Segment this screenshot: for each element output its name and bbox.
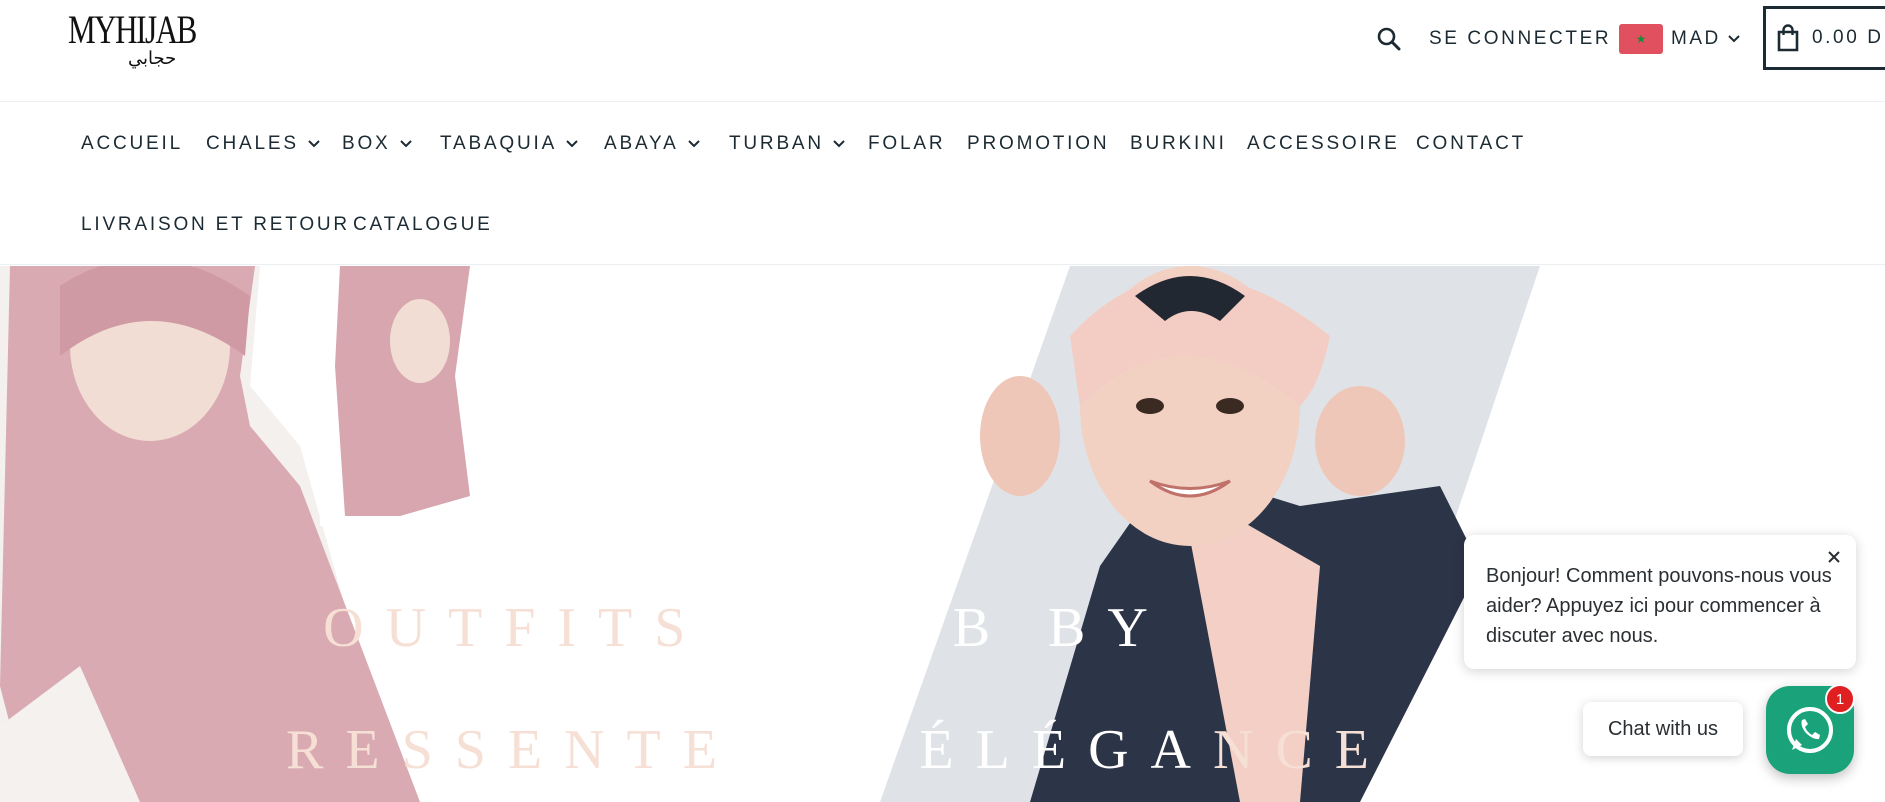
search-icon (1377, 27, 1401, 51)
nav-item-label: BOX (342, 133, 391, 154)
nav-item-tabaquia[interactable]: TABAQUIA (440, 133, 579, 155)
chevron-down-icon (687, 140, 700, 148)
nav-item-label: CATALOGUE (353, 214, 493, 235)
morocco-flag-icon: ★ (1619, 24, 1663, 54)
nav-item-label: BURKINI (1130, 133, 1227, 154)
cart-button[interactable]: 0.00 DH (1763, 6, 1885, 70)
nav-item-folar[interactable]: FOLAR (868, 133, 945, 155)
nav-item-livraison[interactable]: LIVRAISON ET RETOUR (81, 214, 350, 236)
hero-title-part: RESSENTE (286, 719, 739, 781)
chevron-down-icon (566, 140, 578, 148)
hero-title-part: HIJAB BY (743, 597, 1170, 659)
nav-item-label: FOLAR (868, 133, 946, 154)
site-logo[interactable]: MYHIJAB حجابي (68, 6, 218, 72)
shopping-bag-icon (1777, 24, 1799, 52)
nav-item-contact[interactable]: CONTACT (1416, 133, 1526, 155)
nav-item-label: PROMOTION (967, 133, 1110, 154)
nav-item-catalogue[interactable]: CATALOGUE (353, 214, 493, 236)
hero-title-part: Z L'ÉLÉGA (738, 719, 1213, 781)
nav-item-accessoire[interactable]: ACCESSOIRE (1247, 133, 1400, 155)
chevron-down-icon (833, 140, 845, 148)
currency-code: MAD (1671, 28, 1721, 49)
login-link[interactable]: SE CONNECTER (1429, 28, 1611, 50)
chevron-down-icon (399, 140, 412, 148)
whatsapp-icon (1787, 706, 1833, 754)
nav-item-promotion[interactable]: PROMOTION (967, 133, 1109, 155)
search-button[interactable] (1376, 26, 1402, 52)
chat-greeting-text: Bonjour! Comment pouvons-nous vous aider… (1486, 565, 1832, 647)
logo-arabic-text: حجابي (128, 48, 177, 69)
nav-item-burkini[interactable]: BURKINI (1130, 133, 1227, 155)
nav-item-label: ACCESSOIRE (1247, 133, 1400, 154)
hero-title-part: OUTFITS (323, 597, 744, 659)
nav-item-label: CONTACT (1416, 133, 1527, 154)
site-header: MYHIJAB حجابي SE CONNECTER ★ MAD 0.00 DH (0, 0, 1885, 102)
chevron-down-icon (1728, 35, 1740, 43)
close-icon[interactable] (1824, 547, 1844, 567)
nav-item-chales[interactable]: CHALES (206, 133, 321, 155)
nav-item-label: ABAYA (604, 133, 679, 154)
chevron-down-icon (308, 140, 320, 148)
nav-item-label: ACCUEIL (81, 133, 183, 154)
chat-greeting-bubble[interactable]: Bonjour! Comment pouvons-nous vous aider… (1464, 535, 1856, 669)
notification-badge: 1 (1825, 684, 1855, 714)
nav-item-accueil[interactable]: ACCUEIL (81, 133, 183, 155)
nav-item-label: CHALES (206, 133, 299, 154)
main-navigation: ACCUEIL CHALES BOX TABAQUIA ABAYA TURBAN… (0, 103, 1885, 265)
nav-item-label: TABAQUIA (440, 133, 558, 154)
nav-item-abaya[interactable]: ABAYA (604, 133, 701, 155)
logo-text: MYHIJAB (68, 7, 197, 52)
nav-item-box[interactable]: BOX (342, 133, 413, 155)
chat-with-us-button[interactable]: Chat with us (1583, 702, 1743, 756)
nav-item-label: TURBAN (729, 133, 824, 154)
nav-item-turban[interactable]: TURBAN (729, 133, 846, 155)
hero-title-part: NCE (1212, 719, 1391, 781)
nav-item-label: LIVRAISON ET RETOUR (81, 214, 350, 235)
currency-selector[interactable]: ★ MAD (1619, 23, 1741, 55)
cart-total: 0.00 DH (1812, 27, 1885, 48)
